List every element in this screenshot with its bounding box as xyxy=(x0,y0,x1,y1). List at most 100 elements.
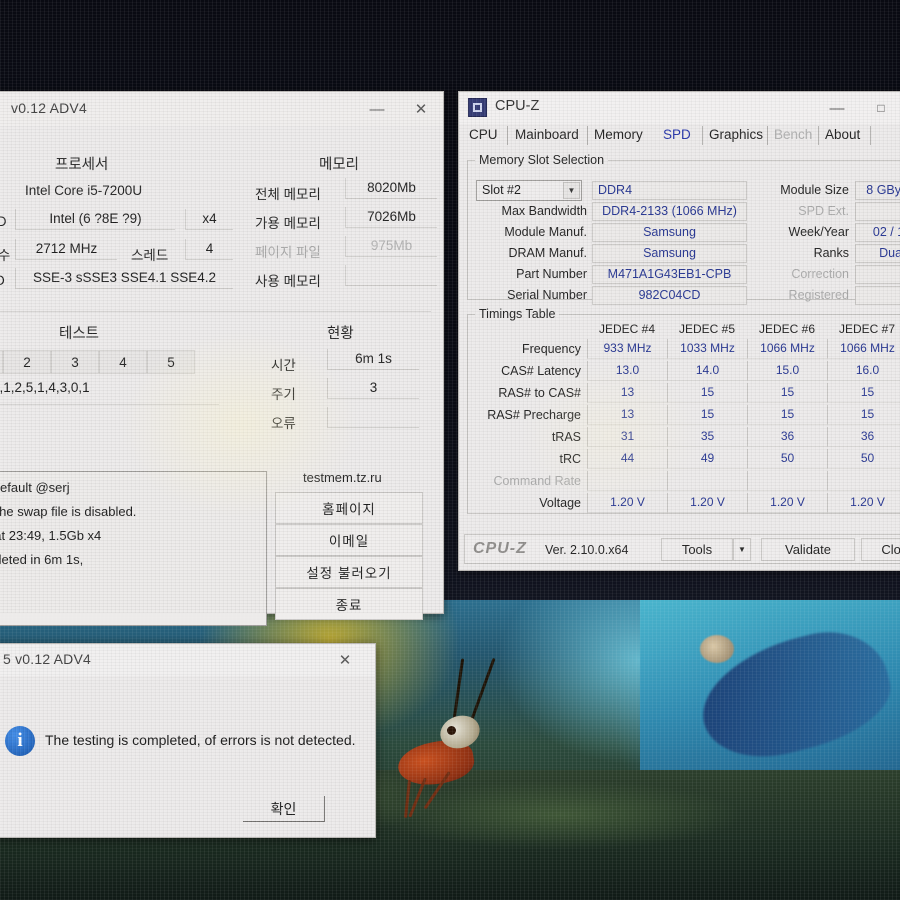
homepage-button[interactable]: 홈페이지 xyxy=(275,492,423,524)
timings-row-label: tRAS xyxy=(551,430,581,444)
cpu-threads-value: 4 xyxy=(185,239,233,260)
timings-cell: 15 xyxy=(827,383,900,403)
chevron-down-icon[interactable]: ▼ xyxy=(563,182,580,199)
test-cell[interactable]: 3 xyxy=(51,350,99,374)
tab-memory[interactable]: Memory xyxy=(594,124,643,146)
dram-manuf-label: DRAM Manuf. xyxy=(508,246,588,260)
timings-row-label: CAS# Latency xyxy=(501,364,581,378)
timings-cell: 1066 MHz xyxy=(827,339,900,359)
website-link[interactable]: testmem.tz.ru xyxy=(303,470,382,485)
close-icon[interactable]: ✕ xyxy=(399,92,443,126)
close-icon[interactable]: ✕ xyxy=(323,644,367,676)
timings-row-label: tRC xyxy=(559,452,581,466)
slot-select-value: Slot #2 xyxy=(482,183,521,197)
cpu-cores-value: x4 xyxy=(185,209,233,230)
test-cell[interactable]: 4 xyxy=(99,350,147,374)
tab-about[interactable]: About xyxy=(825,124,860,146)
email-button[interactable]: 이메일 xyxy=(275,524,423,556)
slot-select[interactable]: Slot #2 ▼ xyxy=(476,180,582,201)
cpuz-titlebar[interactable]: CPU-Z — □ xyxy=(459,92,900,124)
tab-divider xyxy=(587,126,588,145)
tab-cpu[interactable]: CPU xyxy=(469,124,498,146)
tab-spd[interactable]: SPD xyxy=(663,124,691,146)
log-panel[interactable]: mize: Default @serj ation: The swap file… xyxy=(0,471,267,626)
load-settings-button[interactable]: 설정 불러오기 xyxy=(275,556,423,588)
timings-cell: 15 xyxy=(747,405,827,425)
status-error-value xyxy=(327,407,419,428)
serial-number-value: 982C04CD xyxy=(592,286,747,305)
max-bandwidth-value: DDR4-2133 (1066 MHz) xyxy=(592,202,747,221)
close-button[interactable]: Close xyxy=(861,538,900,561)
status-time-value: 6m 1s xyxy=(327,349,419,370)
info-icon: i xyxy=(5,726,35,756)
timings-cell: 16.0 xyxy=(827,361,900,381)
ok-button[interactable]: 확인 xyxy=(243,796,325,822)
test-cell[interactable]: 5 xyxy=(147,350,195,374)
minimize-icon[interactable]: — xyxy=(815,92,859,124)
spd-ext-label: SPD Ext. xyxy=(798,204,849,218)
timings-cell: 50 xyxy=(747,449,827,469)
dialog-titlebar[interactable]: 5 v0.12 ADV4 ✕ xyxy=(0,644,375,676)
timings-cell: 35 xyxy=(667,427,747,447)
test-divider xyxy=(0,404,219,405)
diver-head xyxy=(700,635,734,663)
timings-cell: 44 xyxy=(587,449,667,469)
tab-mainboard[interactable]: Mainboard xyxy=(515,124,579,146)
correction-label: Correction xyxy=(791,267,849,281)
timings-row-label: Voltage xyxy=(539,496,581,510)
ranks-label: Ranks xyxy=(813,246,849,260)
test-sequence: 5,1,4,3,0,1,2,5,1,4,3,0,1 xyxy=(0,380,90,395)
memory-heading: 메모리 xyxy=(319,157,360,173)
timings-cell xyxy=(827,471,900,491)
timings-cell: 15 xyxy=(747,383,827,403)
mem-total-label: 전체 메모리 xyxy=(255,187,321,202)
mem-available-value: 7026Mb xyxy=(345,207,437,228)
timings-cell xyxy=(667,471,747,491)
ranks-value: Dual xyxy=(855,244,900,263)
cpuz-window[interactable]: CPU-Z — □ CPU Mainboard Memory SPD Graph… xyxy=(458,91,900,571)
exit-button[interactable]: 종료 xyxy=(275,588,423,620)
timings-cell: 933 MHz xyxy=(587,339,667,359)
cpuz-tabs[interactable]: CPU Mainboard Memory SPD Graphics Bench … xyxy=(459,124,900,150)
timings-cell: 15 xyxy=(827,405,900,425)
cpuz-footer: CPU-Z Ver. 2.10.0.x64 Tools ▼ Validate C… xyxy=(464,534,900,564)
tools-button[interactable]: Tools xyxy=(661,538,733,561)
cpuz-title: CPU-Z xyxy=(495,98,540,114)
timings-row-label: RAS# Precharge xyxy=(487,408,581,422)
timings-cell: 50 xyxy=(827,449,900,469)
maximize-icon[interactable]: □ xyxy=(859,92,900,124)
tools-dropdown-icon[interactable]: ▼ xyxy=(733,538,751,561)
cpu-threads-label: 스레드 xyxy=(131,248,169,263)
dialog-title: 5 v0.12 ADV4 xyxy=(3,651,92,667)
timings-cell: 1.20 V xyxy=(587,493,667,513)
processor-heading: 프로세서 xyxy=(55,157,109,173)
validate-button[interactable]: Validate xyxy=(761,538,855,561)
max-bandwidth-label: Max Bandwidth xyxy=(501,204,587,218)
minimize-icon[interactable]: — xyxy=(355,92,399,126)
correction-value xyxy=(855,265,900,284)
timings-cell: 1033 MHz xyxy=(667,339,747,359)
status-cycle-value: 3 xyxy=(327,378,419,399)
timings-cell: 1.20 V xyxy=(667,493,747,513)
dialog-message: The testing is completed, of errors is n… xyxy=(45,732,356,748)
testmem5-titlebar[interactable]: v0.12 ADV4 — ✕ xyxy=(0,92,443,126)
testmem5-window[interactable]: v0.12 ADV4 — ✕ 프로세서 Intel Core i5-7200U … xyxy=(0,91,444,626)
timings-cell xyxy=(747,471,827,491)
timings-row-label: RAS# to CAS# xyxy=(498,386,581,400)
tab-bench: Bench xyxy=(774,127,813,142)
test-cell[interactable]: 2 xyxy=(3,350,51,374)
tab-divider xyxy=(507,126,508,145)
cpu-instructions-value: SSE-3 sSSE3 SSE4.1 SSE4.2 xyxy=(15,268,233,289)
status-heading: 현황 xyxy=(327,326,354,342)
timings-cell: 1.20 V xyxy=(827,493,900,513)
timings-cell: 1066 MHz xyxy=(747,339,827,359)
mem-pagefile-value: 975Mb xyxy=(345,236,437,257)
timings-col-header: JEDEC #7 xyxy=(838,322,896,336)
tab-graphics[interactable]: Graphics xyxy=(709,124,763,146)
info-dialog[interactable]: 5 v0.12 ADV4 ✕ i The testing is complete… xyxy=(0,643,376,838)
mem-available-label: 가용 메모리 xyxy=(255,216,321,231)
timings-cell: 36 xyxy=(827,427,900,447)
tab-divider xyxy=(818,126,819,145)
log-line: mize: Default @serj xyxy=(0,480,70,495)
log-line: g completed in 6m 1s, xyxy=(0,552,84,567)
